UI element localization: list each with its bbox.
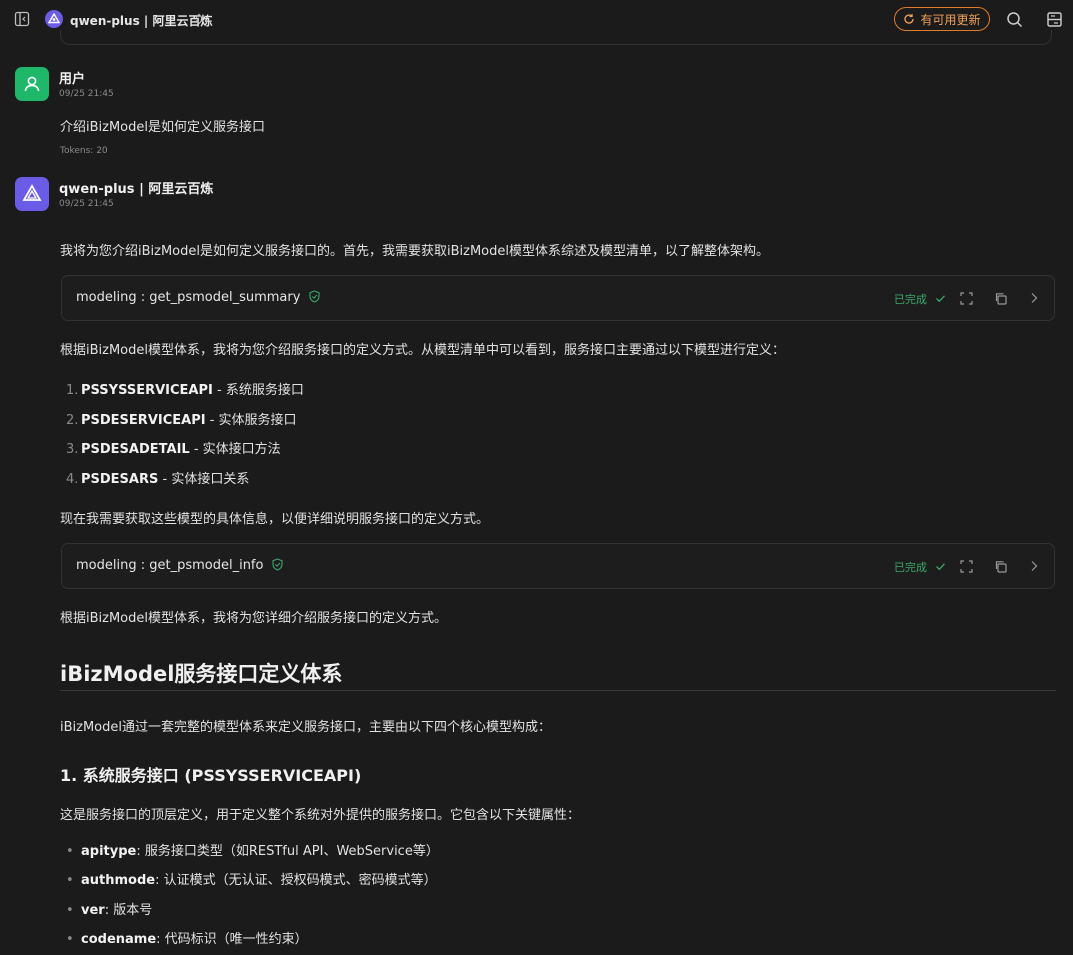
copy-icon[interactable] [992,290,1008,306]
copy-icon[interactable] [992,558,1008,574]
assistant-paragraph: 这是服务接口的顶层定义，用于定义整个系统对外提供的服务接口。它包含以下关键属性： [60,808,581,823]
token-count: Tokens: 20 [60,146,108,156]
user-icon [24,76,40,92]
tool-status: 已完成 [894,559,946,575]
heading-divider [60,690,1056,691]
previous-message-edge [60,30,1052,45]
tool-call-name: modeling : get_psmodel_info [76,558,284,573]
bullet-item: • apitype: 服务接口类型（如RESTful API、WebService… [66,844,439,859]
qwen-logo-icon [22,184,42,201]
update-available-button[interactable]: 有可用更新 [894,7,990,31]
expand-icon[interactable] [958,290,974,306]
update-label: 有可用更新 [920,12,981,27]
assistant-paragraph: 根据iBizModel模型体系，我将为您介绍服务接口的定义方式。从模型清单中可以… [60,343,785,358]
user-message-text: 介绍iBizModel是如何定义服务接口 [60,120,265,135]
user-avatar [15,67,49,101]
assistant-name: qwen-plus | 阿里云百炼 [59,182,214,197]
list-item: 4. PSDESARS - 实体接口关系 [66,472,250,487]
chevron-right-icon[interactable] [1026,290,1042,306]
bullet-item: • codename: 代码标识（唯一性约束） [66,932,308,947]
search-icon[interactable] [1004,9,1024,29]
refresh-icon [904,14,915,24]
user-name: 用户 [59,72,86,87]
chevron-right-icon[interactable] [1026,558,1042,574]
shield-check-icon [309,290,320,303]
model-logo-icon [45,10,63,28]
bullet-item: • authmode: 认证模式（无认证、授权码模式、密码模式等） [66,873,437,888]
check-icon [935,295,945,303]
chevron-updown-icon[interactable] [192,12,206,26]
tool-call-card[interactable]: modeling : get_psmodel_summary 已完成 [61,275,1055,321]
assistant-timestamp: 09/25 21:45 [59,199,114,209]
subsection-heading: 1. 系统服务接口 (PSSYSSERVICEAPI) [60,766,362,785]
section-heading: iBizModel服务接口定义体系 [60,662,343,686]
assistant-paragraph: 根据iBizModel模型体系，我将为您详细介绍服务接口的定义方式。 [60,611,447,626]
expand-icon[interactable] [958,558,974,574]
list-item: 1. PSSYSSERVICEAPI - 系统服务接口 [66,383,304,398]
list-item: 2. PSDESERVICEAPI - 实体服务接口 [66,413,297,428]
tool-call-name: modeling : get_psmodel_summary [76,290,321,305]
assistant-paragraph: iBizModel通过一套完整的模型体系来定义服务接口，主要由以下四个核心模型构… [60,720,551,735]
tool-call-card[interactable]: modeling : get_psmodel_info 已完成 [61,543,1055,589]
user-timestamp: 09/25 21:45 [59,89,114,99]
sidebar-toggle-icon[interactable] [13,10,31,28]
tool-status: 已完成 [894,291,946,307]
assistant-avatar [15,177,49,211]
check-icon [935,563,945,571]
layout-icon[interactable] [1044,9,1064,29]
assistant-paragraph: 现在我需要获取这些模型的具体信息，以便详细说明服务接口的定义方式。 [60,512,490,527]
bullet-item: • ver: 版本号 [66,903,153,918]
list-item: 3. PSDESADETAIL - 实体接口方法 [66,442,281,457]
shield-check-icon [272,558,283,571]
assistant-intro: 我将为您介绍iBizModel是如何定义服务接口的。首先，我需要获取iBizMo… [60,244,769,259]
